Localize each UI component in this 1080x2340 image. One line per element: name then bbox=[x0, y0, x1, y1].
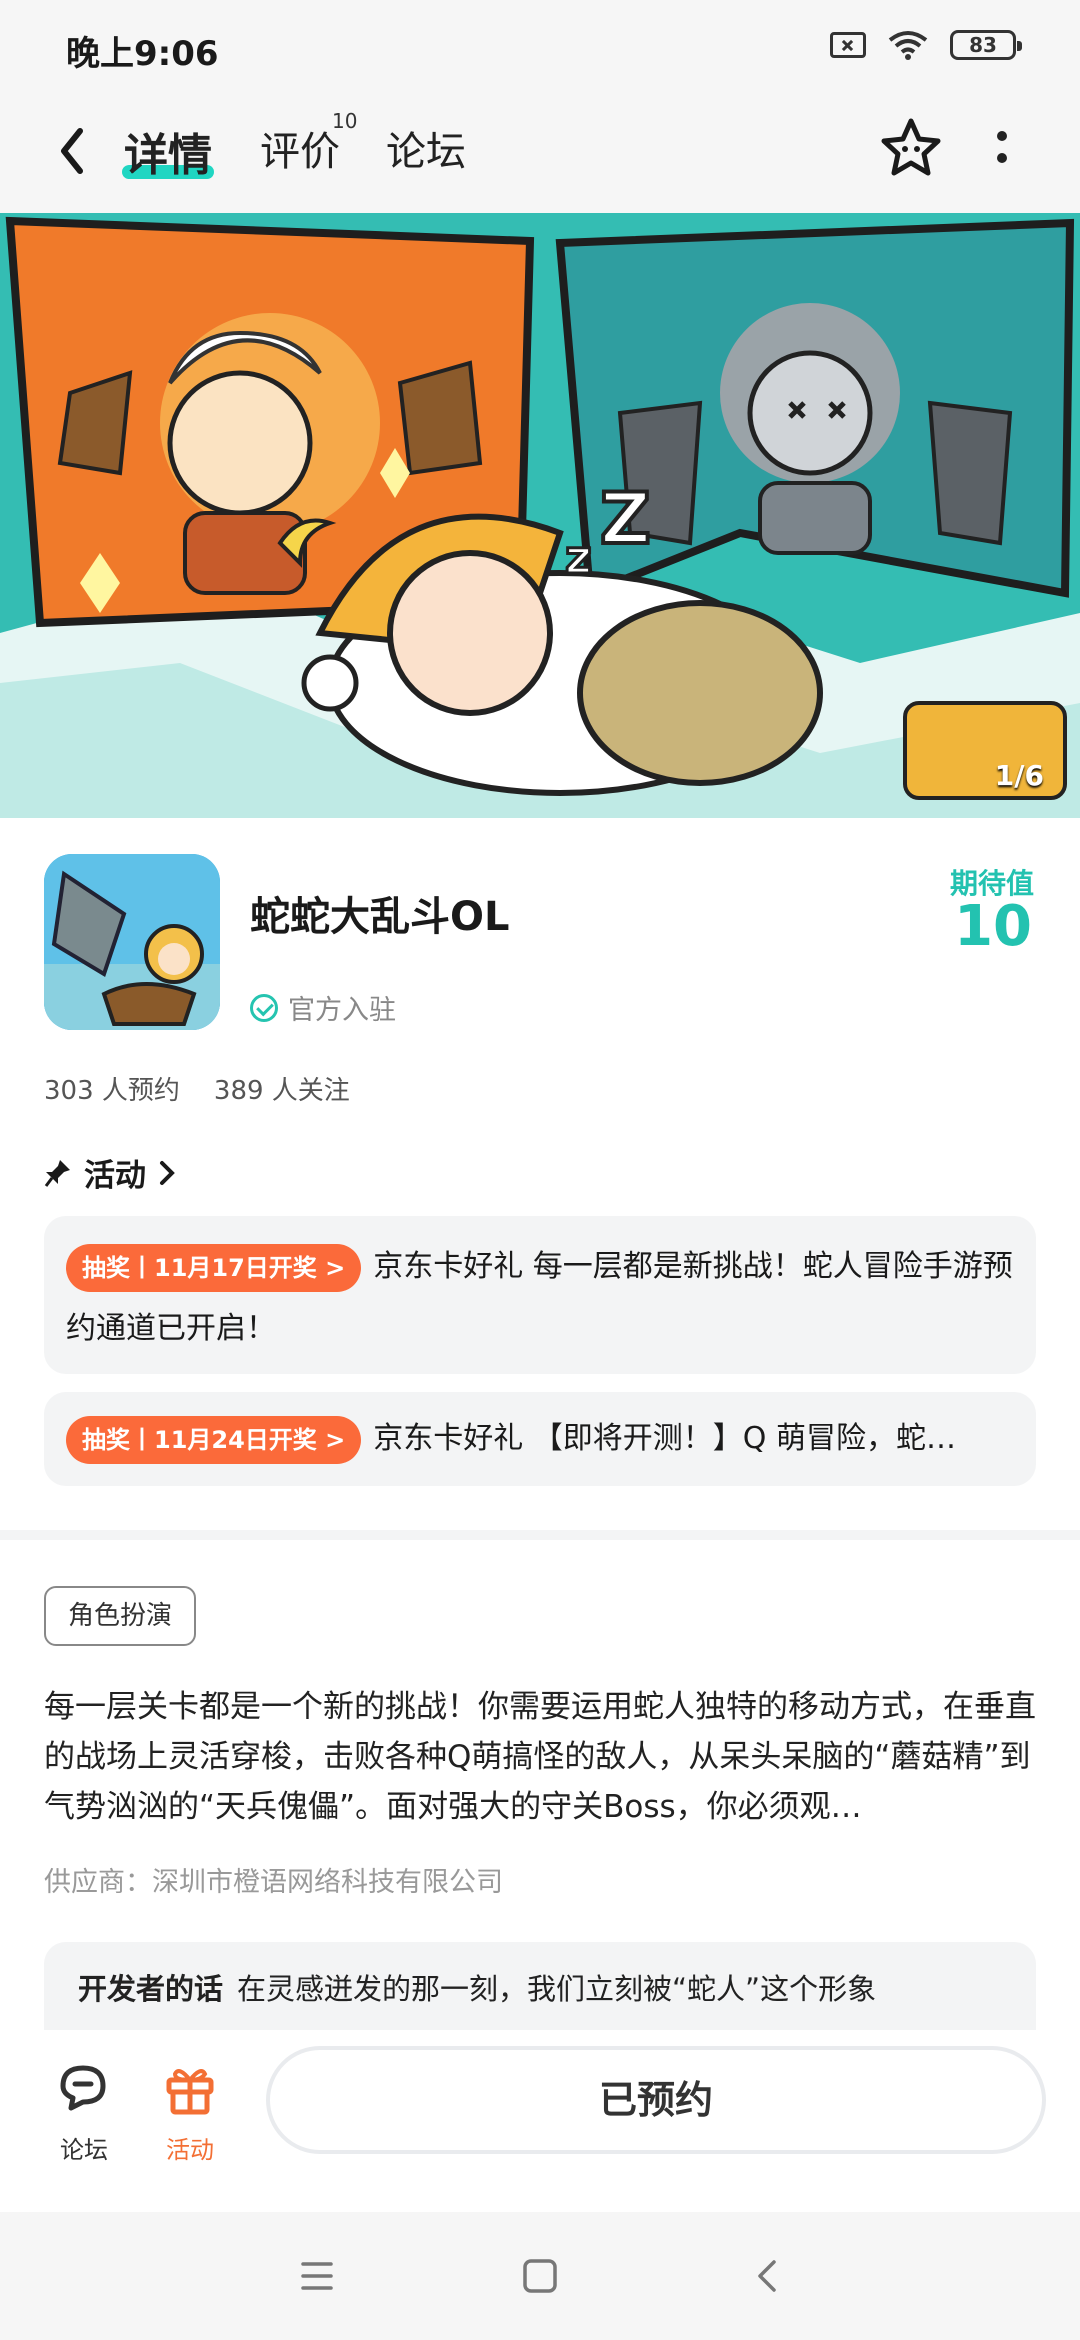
no-sim-icon bbox=[830, 32, 866, 58]
tab-reviews[interactable]: 评价 bbox=[260, 119, 340, 177]
banner-page-counter: 1/6 bbox=[994, 759, 1044, 792]
reserved-button[interactable]: 已预约 bbox=[266, 2046, 1046, 2154]
verified-check-icon bbox=[250, 993, 278, 1022]
status-bar: 晚上9:06 83 bbox=[0, 0, 1080, 95]
tab-forum[interactable]: 论坛 bbox=[386, 119, 466, 177]
forum-shortcut[interactable]: 论坛 bbox=[24, 2060, 144, 2165]
official-label: 官方入驻 bbox=[288, 995, 396, 1026]
activity-header[interactable]: 活动 bbox=[44, 1150, 176, 1195]
follower-count: 389 人关注 bbox=[213, 1076, 350, 1106]
home-icon[interactable] bbox=[518, 2254, 562, 2298]
banner-carousel[interactable]: Z z 1/6 bbox=[0, 213, 1080, 818]
supplier-info: 供应商：深圳市橙语网络科技有限公司 bbox=[44, 1867, 503, 1898]
activity-title: 活动 bbox=[84, 1158, 146, 1194]
genre-tag[interactable]: 角色扮演 bbox=[44, 1586, 197, 1646]
lottery-badge[interactable]: 抽奖丨11月24日开奖 > bbox=[66, 1415, 362, 1464]
svg-text:Z: Z bbox=[600, 478, 651, 560]
official-badge: 官方入驻 bbox=[250, 988, 396, 1027]
forum-shortcut-label: 论坛 bbox=[60, 2136, 108, 2164]
developer-note-label: 开发者的话 bbox=[78, 1972, 224, 2006]
gift-icon bbox=[166, 2069, 214, 2115]
pin-icon bbox=[44, 1159, 70, 1187]
top-nav: 详情 评价 10 论坛 bbox=[0, 95, 1080, 213]
tab-details[interactable]: 详情 bbox=[124, 119, 212, 183]
favorite-star-icon[interactable] bbox=[878, 115, 944, 181]
expectation-score: 10 bbox=[954, 894, 1032, 959]
menu-icon[interactable] bbox=[295, 2254, 339, 2298]
svg-text:z: z bbox=[565, 530, 592, 584]
forum-chat-icon bbox=[60, 2065, 106, 2111]
developer-note-text: 在灵感迸发的那一刻，我们立刻被“蛇人”这个形象 bbox=[237, 1972, 877, 2006]
battery-icon: 83 bbox=[950, 30, 1022, 60]
back-arrow-icon[interactable] bbox=[52, 121, 92, 181]
bottom-action-bar: 论坛 活动 已预约 bbox=[0, 2030, 1080, 2210]
game-detail-page: 晚上9:06 83 详情 评价 10 论坛 Z z 1/6 蛇蛇大乱斗OL 官方… bbox=[0, 0, 1080, 2340]
activity-shortcut-label: 活动 bbox=[166, 2136, 214, 2164]
status-time: 晚上9:06 bbox=[66, 34, 219, 74]
back-icon[interactable] bbox=[746, 2254, 790, 2298]
app-stats: 303 人预约 389 人关注 bbox=[44, 1070, 350, 1107]
more-options-icon[interactable] bbox=[990, 125, 1014, 175]
game-description[interactable]: 每一层关卡都是一个新的挑战！你需要运用蛇人独特的移动方式，在垂直的战场上灵活穿梭… bbox=[44, 1682, 1036, 1832]
reviews-count-badge: 10 bbox=[332, 109, 358, 133]
chevron-right-icon bbox=[160, 1160, 175, 1185]
activity-shortcut[interactable]: 活动 bbox=[130, 2060, 250, 2165]
activity-card[interactable]: 抽奖丨11月24日开奖 > 京东卡好礼 【即将开测！】Q 萌冒险，蛇… bbox=[44, 1392, 1036, 1486]
wifi-icon bbox=[888, 31, 928, 60]
activity-text: 京东卡好礼 【即将开测！】Q 萌冒险，蛇… bbox=[373, 1421, 956, 1456]
reservation-count: 303 人预约 bbox=[44, 1076, 180, 1106]
activity-card[interactable]: 抽奖丨11月17日开奖 > 京东卡好礼 每一层都是新挑战！蛇人冒险手游预约通道已开… bbox=[44, 1216, 1036, 1374]
system-nav-bar bbox=[0, 2212, 1080, 2340]
app-name: 蛇蛇大乱斗OL bbox=[250, 894, 510, 940]
lottery-badge[interactable]: 抽奖丨11月17日开奖 > bbox=[66, 1243, 362, 1292]
app-icon bbox=[44, 854, 220, 1030]
status-icons: 83 bbox=[830, 30, 1022, 60]
section-divider bbox=[0, 1530, 1080, 1540]
banner-artwork: Z z bbox=[0, 213, 1080, 818]
